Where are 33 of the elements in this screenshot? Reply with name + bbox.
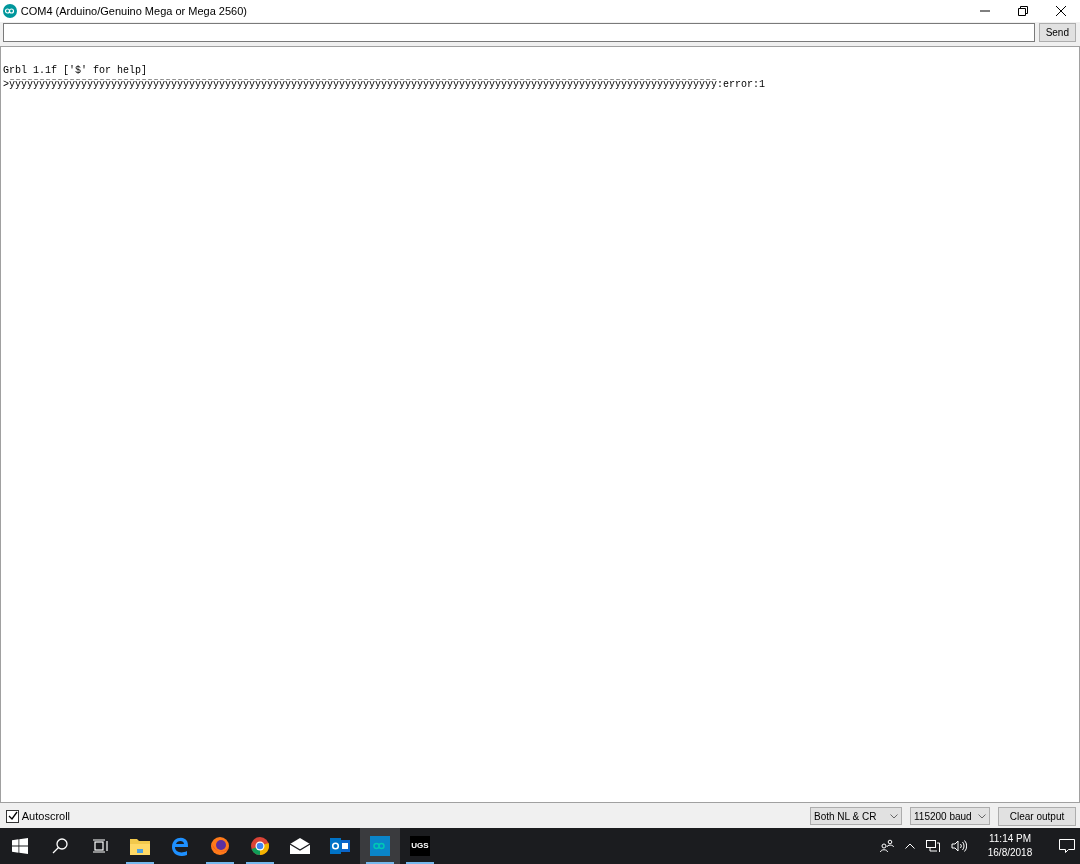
window-title: COM4 (Arduino/Genuino Mega or Mega 2560) — [20, 3, 248, 19]
clock-date[interactable]: 16/8/2018 — [978, 846, 1042, 860]
envelope-icon — [290, 838, 310, 854]
send-button[interactable]: Send — [1038, 23, 1076, 42]
autoscroll-label: Autoscroll — [21, 808, 71, 824]
clock-time[interactable]: 11:14 PM — [978, 832, 1042, 846]
clear-output-button[interactable]: Clear output — [998, 806, 1076, 826]
message-input-field[interactable] — [3, 23, 1035, 42]
autoscroll-checkbox[interactable] — [6, 809, 19, 823]
caret-up-icon[interactable] — [905, 843, 915, 849]
output-line: Grbl 1.1f ['$' for help] — [3, 64, 149, 78]
round-browser-icon — [250, 836, 270, 856]
windows-start-icon[interactable] — [12, 838, 28, 854]
network-icon[interactable] — [926, 839, 940, 853]
infinity-icon — [370, 836, 390, 856]
taskbar-app-button[interactable]: UGS — [400, 828, 440, 864]
output-line: >ÿÿÿÿÿÿÿÿÿÿÿÿÿÿÿÿÿÿÿÿÿÿÿÿÿÿÿÿÿÿÿÿÿÿÿÿÿÿÿÿÿÿÿÿÿÿÿÿÿÿÿÿÿÿÿÿÿÿÿÿÿÿÿÿÿÿÿÿÿÿÿÿÿÿÿÿÿÿÿÿÿÿÿÿÿÿÿÿÿÿÿÿÿÿÿÿÿÿÿÿÿÿÿÿÿÿÿÿÿÿÿÿÿÿÿÿÿÿ:error:1 — [3, 78, 767, 92]
globe-fox-icon — [210, 836, 230, 856]
folder-icon — [130, 837, 150, 855]
mail-app-icon — [330, 836, 350, 856]
people-icon[interactable] — [880, 839, 894, 853]
baud-rate-dropdown[interactable]: 115200 baud — [910, 807, 990, 825]
close-icon — [1056, 6, 1066, 16]
letter-e-icon — [170, 836, 190, 856]
notification-icon[interactable] — [1058, 838, 1075, 854]
line-ending-dropdown[interactable]: Both NL & CR — [810, 807, 902, 825]
search-icon[interactable] — [52, 838, 68, 854]
speaker-icon[interactable] — [951, 840, 967, 852]
task-view-icon[interactable] — [92, 839, 108, 853]
app-label-icon: UGS — [410, 836, 430, 856]
chevron-icon — [978, 813, 986, 819]
restore-icon — [1018, 6, 1028, 16]
chevron-icon — [890, 813, 898, 819]
